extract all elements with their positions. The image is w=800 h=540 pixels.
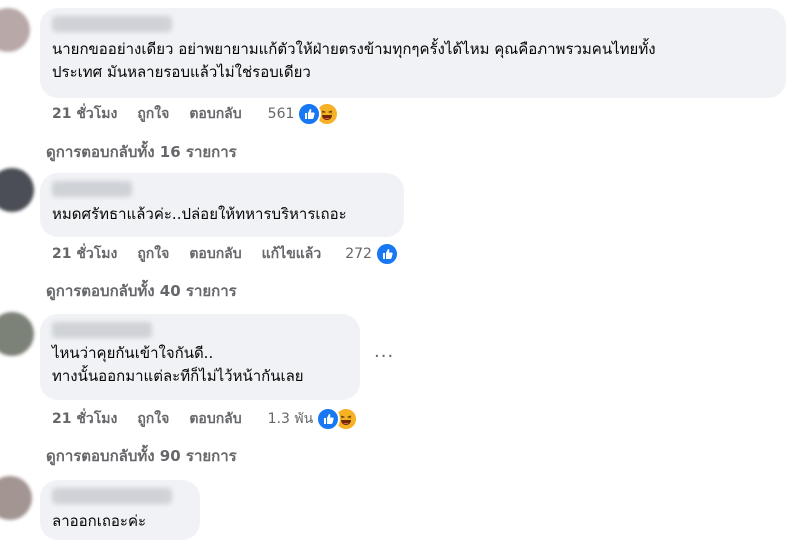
reaction-summary[interactable]: 1.3 พัน (268, 407, 359, 431)
reply-button[interactable]: ตอบกลับ (189, 243, 241, 265)
comment-text: ลาออกเถอะค่ะ (52, 512, 147, 530)
avatar[interactable] (0, 168, 34, 212)
view-replies-link[interactable]: ดูการตอบกลับทั้ง 40 รายการ (46, 279, 237, 303)
like-button[interactable]: ถูกใจ (137, 243, 169, 265)
author-name-blurred[interactable] (52, 322, 152, 338)
like-button[interactable]: ถูกใจ (137, 408, 169, 430)
edited-label: แก้ไขแล้ว (261, 246, 322, 262)
like-icon (374, 242, 399, 266)
view-replies-link[interactable]: ดูการตอบกลับทั้ง 90 รายการ (46, 444, 237, 468)
comment-text: หมดศรัทธาแล้วค่ะ..ปล่อยให้ทหารบริหารเถอะ (52, 205, 347, 223)
like-icon (316, 407, 341, 431)
comment-text: นายกขออย่างเดียว อย่าพยายามแก้ตัวให้ฝ่าย… (52, 40, 656, 81)
avatar[interactable] (0, 312, 34, 356)
comment-actions: 21 ชั่วโมง ถูกใจ ตอบกลับ 561 (52, 102, 340, 126)
timestamp[interactable]: 21 ชั่วโมง (52, 408, 117, 430)
comment-bubble: นายกขออย่างเดียว อย่าพยายามแก้ตัวให้ฝ่าย… (40, 8, 786, 98)
comment-text: ไหนว่าคุยกันเข้าใจกันดี.. ทางนั้นออกมาแต… (52, 344, 304, 385)
reaction-summary[interactable]: 272 (345, 242, 399, 266)
like-button[interactable]: ถูกใจ (137, 103, 169, 125)
comment-bubble: ลาออกเถอะค่ะ (40, 480, 200, 540)
reaction-summary[interactable]: 561 (268, 102, 340, 126)
comment-bubble: หมดศรัทธาแล้วค่ะ..ปล่อยให้ทหารบริหารเถอะ (40, 173, 404, 237)
view-replies-link[interactable]: ดูการตอบกลับทั้ง 16 รายการ (46, 140, 237, 164)
author-name-blurred[interactable] (52, 16, 172, 32)
reply-button[interactable]: ตอบกลับ (189, 103, 241, 125)
avatar[interactable] (0, 8, 30, 52)
timestamp[interactable]: 21 ชั่วโมง (52, 243, 117, 265)
author-name-blurred[interactable] (52, 181, 132, 197)
reaction-count: 272 (345, 246, 372, 262)
comment-bubble: ไหนว่าคุยกันเข้าใจกันดี.. ทางนั้นออกมาแต… (40, 314, 360, 400)
timestamp[interactable]: 21 ชั่วโมง (52, 103, 117, 125)
like-icon (297, 102, 322, 126)
avatar[interactable] (0, 476, 32, 520)
author-name-blurred[interactable] (52, 488, 172, 504)
reaction-count: 561 (267, 106, 295, 122)
comment-actions: 21 ชั่วโมง ถูกใจ ตอบกลับ 1.3 พัน (52, 407, 359, 431)
comment-actions: 21 ชั่วโมง ถูกใจ ตอบกลับ แก้ไขแล้ว 272 (52, 242, 399, 266)
reply-button[interactable]: ตอบกลับ (189, 408, 241, 430)
reaction-count: 1.3 พัน (267, 411, 314, 427)
more-options-button[interactable]: ··· (374, 346, 394, 367)
